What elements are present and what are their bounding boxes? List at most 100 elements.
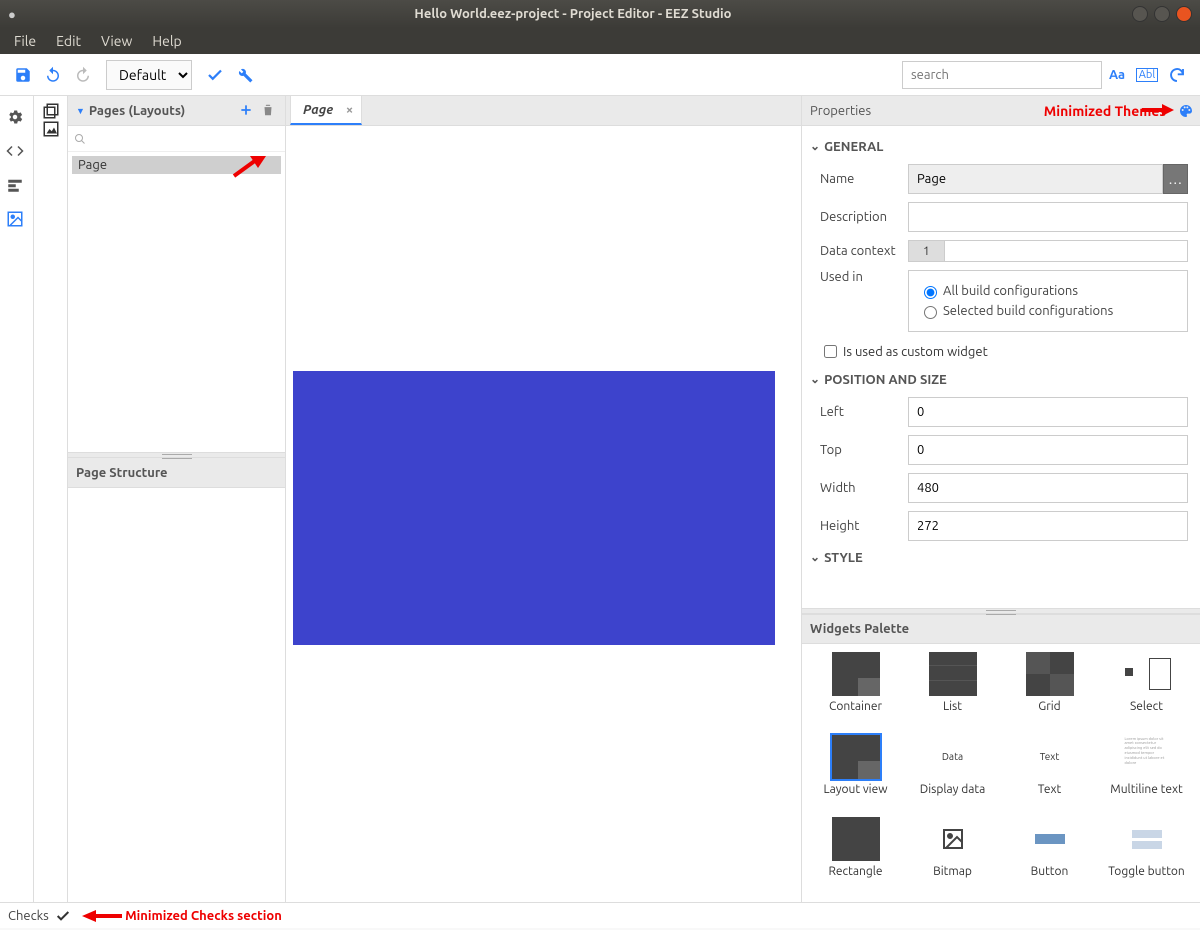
data-context-tabs[interactable]: 1 bbox=[908, 240, 1188, 262]
editor-canvas[interactable] bbox=[286, 126, 801, 902]
used-in-group: All build configurations Selected build … bbox=[908, 270, 1188, 332]
navigator-strip-2 bbox=[34, 96, 68, 902]
dirty-indicator: ● bbox=[8, 7, 16, 22]
widget-layout-view[interactable]: Layout view bbox=[810, 735, 901, 812]
menu-help[interactable]: Help bbox=[142, 31, 191, 51]
add-page-icon[interactable] bbox=[239, 103, 255, 119]
window-title: Hello World.eez-project - Project Editor… bbox=[20, 7, 1126, 21]
width-input[interactable] bbox=[908, 473, 1188, 503]
section-general[interactable]: GENERAL bbox=[806, 134, 1192, 160]
pages-search-input[interactable] bbox=[90, 131, 279, 146]
image-icon[interactable] bbox=[6, 210, 28, 232]
widgets-palette-header: Widgets Palette bbox=[802, 614, 1200, 644]
data-context-label: Data context bbox=[820, 244, 908, 258]
data-context-tab-1[interactable]: 1 bbox=[909, 241, 945, 261]
pages-search bbox=[68, 126, 285, 152]
global-search-input[interactable] bbox=[902, 61, 1102, 89]
themes-icon[interactable] bbox=[1178, 103, 1194, 119]
section-position[interactable]: POSITION AND SIZE bbox=[806, 367, 1192, 393]
description-input[interactable] bbox=[908, 202, 1188, 232]
name-input[interactable] bbox=[908, 164, 1163, 194]
left-input[interactable] bbox=[908, 397, 1188, 427]
check-icon[interactable] bbox=[204, 64, 226, 86]
widget-toggle-button[interactable]: Toggle button bbox=[1101, 817, 1192, 894]
pages-panel-title: Pages (Layouts) bbox=[89, 104, 233, 118]
settings-icon[interactable] bbox=[6, 108, 28, 130]
left-column: ▼ Pages (Layouts) Page Page Structure bbox=[68, 96, 286, 902]
menu-edit[interactable]: Edit bbox=[46, 31, 91, 51]
top-input[interactable] bbox=[908, 435, 1188, 465]
pages-list: Page bbox=[68, 152, 285, 452]
delete-page-icon[interactable] bbox=[261, 103, 277, 119]
page-structure-title: Page Structure bbox=[76, 466, 277, 480]
search-icon bbox=[74, 133, 86, 145]
top-label: Top bbox=[820, 443, 908, 457]
checks-label[interactable]: Checks bbox=[8, 909, 49, 923]
widget-display-data[interactable]: DataDisplay data bbox=[907, 735, 998, 812]
checks-status-icon[interactable] bbox=[55, 908, 71, 924]
widgets-palette: Container List Grid Select Layout view D… bbox=[802, 644, 1200, 902]
widget-container[interactable]: Container bbox=[810, 652, 901, 729]
page-list-item[interactable]: Page bbox=[72, 156, 281, 174]
match-case-icon[interactable]: Aa bbox=[1106, 64, 1128, 86]
statusbar: Checks Minimized Checks section bbox=[0, 902, 1200, 928]
build-icon[interactable] bbox=[234, 64, 256, 86]
window-maximize-button[interactable] bbox=[1154, 6, 1170, 22]
window-minimize-button[interactable] bbox=[1132, 6, 1148, 22]
menu-view[interactable]: View bbox=[91, 31, 142, 51]
page-structure-header: Page Structure bbox=[68, 458, 285, 488]
menubar: File Edit View Help bbox=[0, 28, 1200, 54]
used-in-label: Used in bbox=[820, 270, 908, 284]
page-structure-body bbox=[68, 488, 285, 902]
pages-icon[interactable] bbox=[42, 102, 60, 120]
annotation-arrow-checks bbox=[82, 908, 122, 924]
left-splitter[interactable] bbox=[68, 452, 285, 458]
widget-grid[interactable]: Grid bbox=[1004, 652, 1095, 729]
window-titlebar: ● Hello World.eez-project - Project Edit… bbox=[0, 0, 1200, 28]
section-style[interactable]: STYLE bbox=[806, 545, 1192, 571]
code-icon[interactable] bbox=[6, 142, 28, 164]
editor-tab-label: Page bbox=[303, 103, 333, 117]
properties-panel-header: Properties Minimized Themes bbox=[802, 96, 1200, 126]
build-config-select[interactable]: Default bbox=[106, 60, 192, 90]
right-splitter[interactable] bbox=[802, 608, 1200, 614]
widget-multiline-text[interactable]: Lorem ipsum dolor sit amet consectetur a… bbox=[1101, 735, 1192, 812]
properties-title: Properties bbox=[810, 104, 871, 118]
name-browse-button[interactable]: … bbox=[1163, 164, 1188, 194]
widget-bitmap[interactable]: Bitmap bbox=[907, 817, 998, 894]
annotation-themes-label: Minimized Themes bbox=[1044, 103, 1166, 119]
custom-widget-check[interactable]: Is used as custom widget bbox=[806, 336, 1192, 367]
height-label: Height bbox=[820, 519, 908, 533]
used-in-selected-radio[interactable]: Selected build configurations bbox=[919, 303, 1177, 319]
editor-tabs: Page × bbox=[286, 96, 801, 126]
undo-icon[interactable] bbox=[42, 64, 64, 86]
description-label: Description bbox=[820, 210, 908, 224]
navigator-strip bbox=[0, 96, 34, 902]
window-close-button[interactable] bbox=[1176, 6, 1192, 22]
widget-select[interactable]: Select bbox=[1101, 652, 1192, 729]
height-input[interactable] bbox=[908, 511, 1188, 541]
bitmap-nav-icon[interactable] bbox=[42, 120, 60, 138]
editor-tab[interactable]: Page × bbox=[290, 95, 362, 125]
width-label: Width bbox=[820, 481, 908, 495]
name-label: Name bbox=[820, 172, 908, 186]
widget-button[interactable]: Button bbox=[1004, 817, 1095, 894]
right-column: Properties Minimized Themes GENERAL Name… bbox=[802, 96, 1200, 902]
menu-file[interactable]: File bbox=[4, 31, 46, 51]
widget-rectangle[interactable]: Rectangle bbox=[810, 817, 901, 894]
refresh-icon[interactable] bbox=[1166, 64, 1188, 86]
redo-icon[interactable] bbox=[72, 64, 94, 86]
left-label: Left bbox=[820, 405, 908, 419]
widget-text[interactable]: TextText bbox=[1004, 735, 1095, 812]
page-rectangle[interactable] bbox=[294, 372, 774, 644]
annotation-checks: Minimized Checks section bbox=[82, 908, 282, 924]
widget-list[interactable]: List bbox=[907, 652, 998, 729]
editor-area: Page × bbox=[286, 96, 802, 902]
data-icon[interactable] bbox=[6, 176, 28, 198]
collapse-icon[interactable]: ▼ bbox=[76, 106, 85, 116]
used-in-all-radio[interactable]: All build configurations bbox=[919, 283, 1177, 299]
close-tab-icon[interactable]: × bbox=[346, 103, 353, 117]
whole-word-icon[interactable]: Abl bbox=[1136, 64, 1158, 86]
pages-panel-header: ▼ Pages (Layouts) bbox=[68, 96, 285, 126]
save-icon[interactable] bbox=[12, 64, 34, 86]
